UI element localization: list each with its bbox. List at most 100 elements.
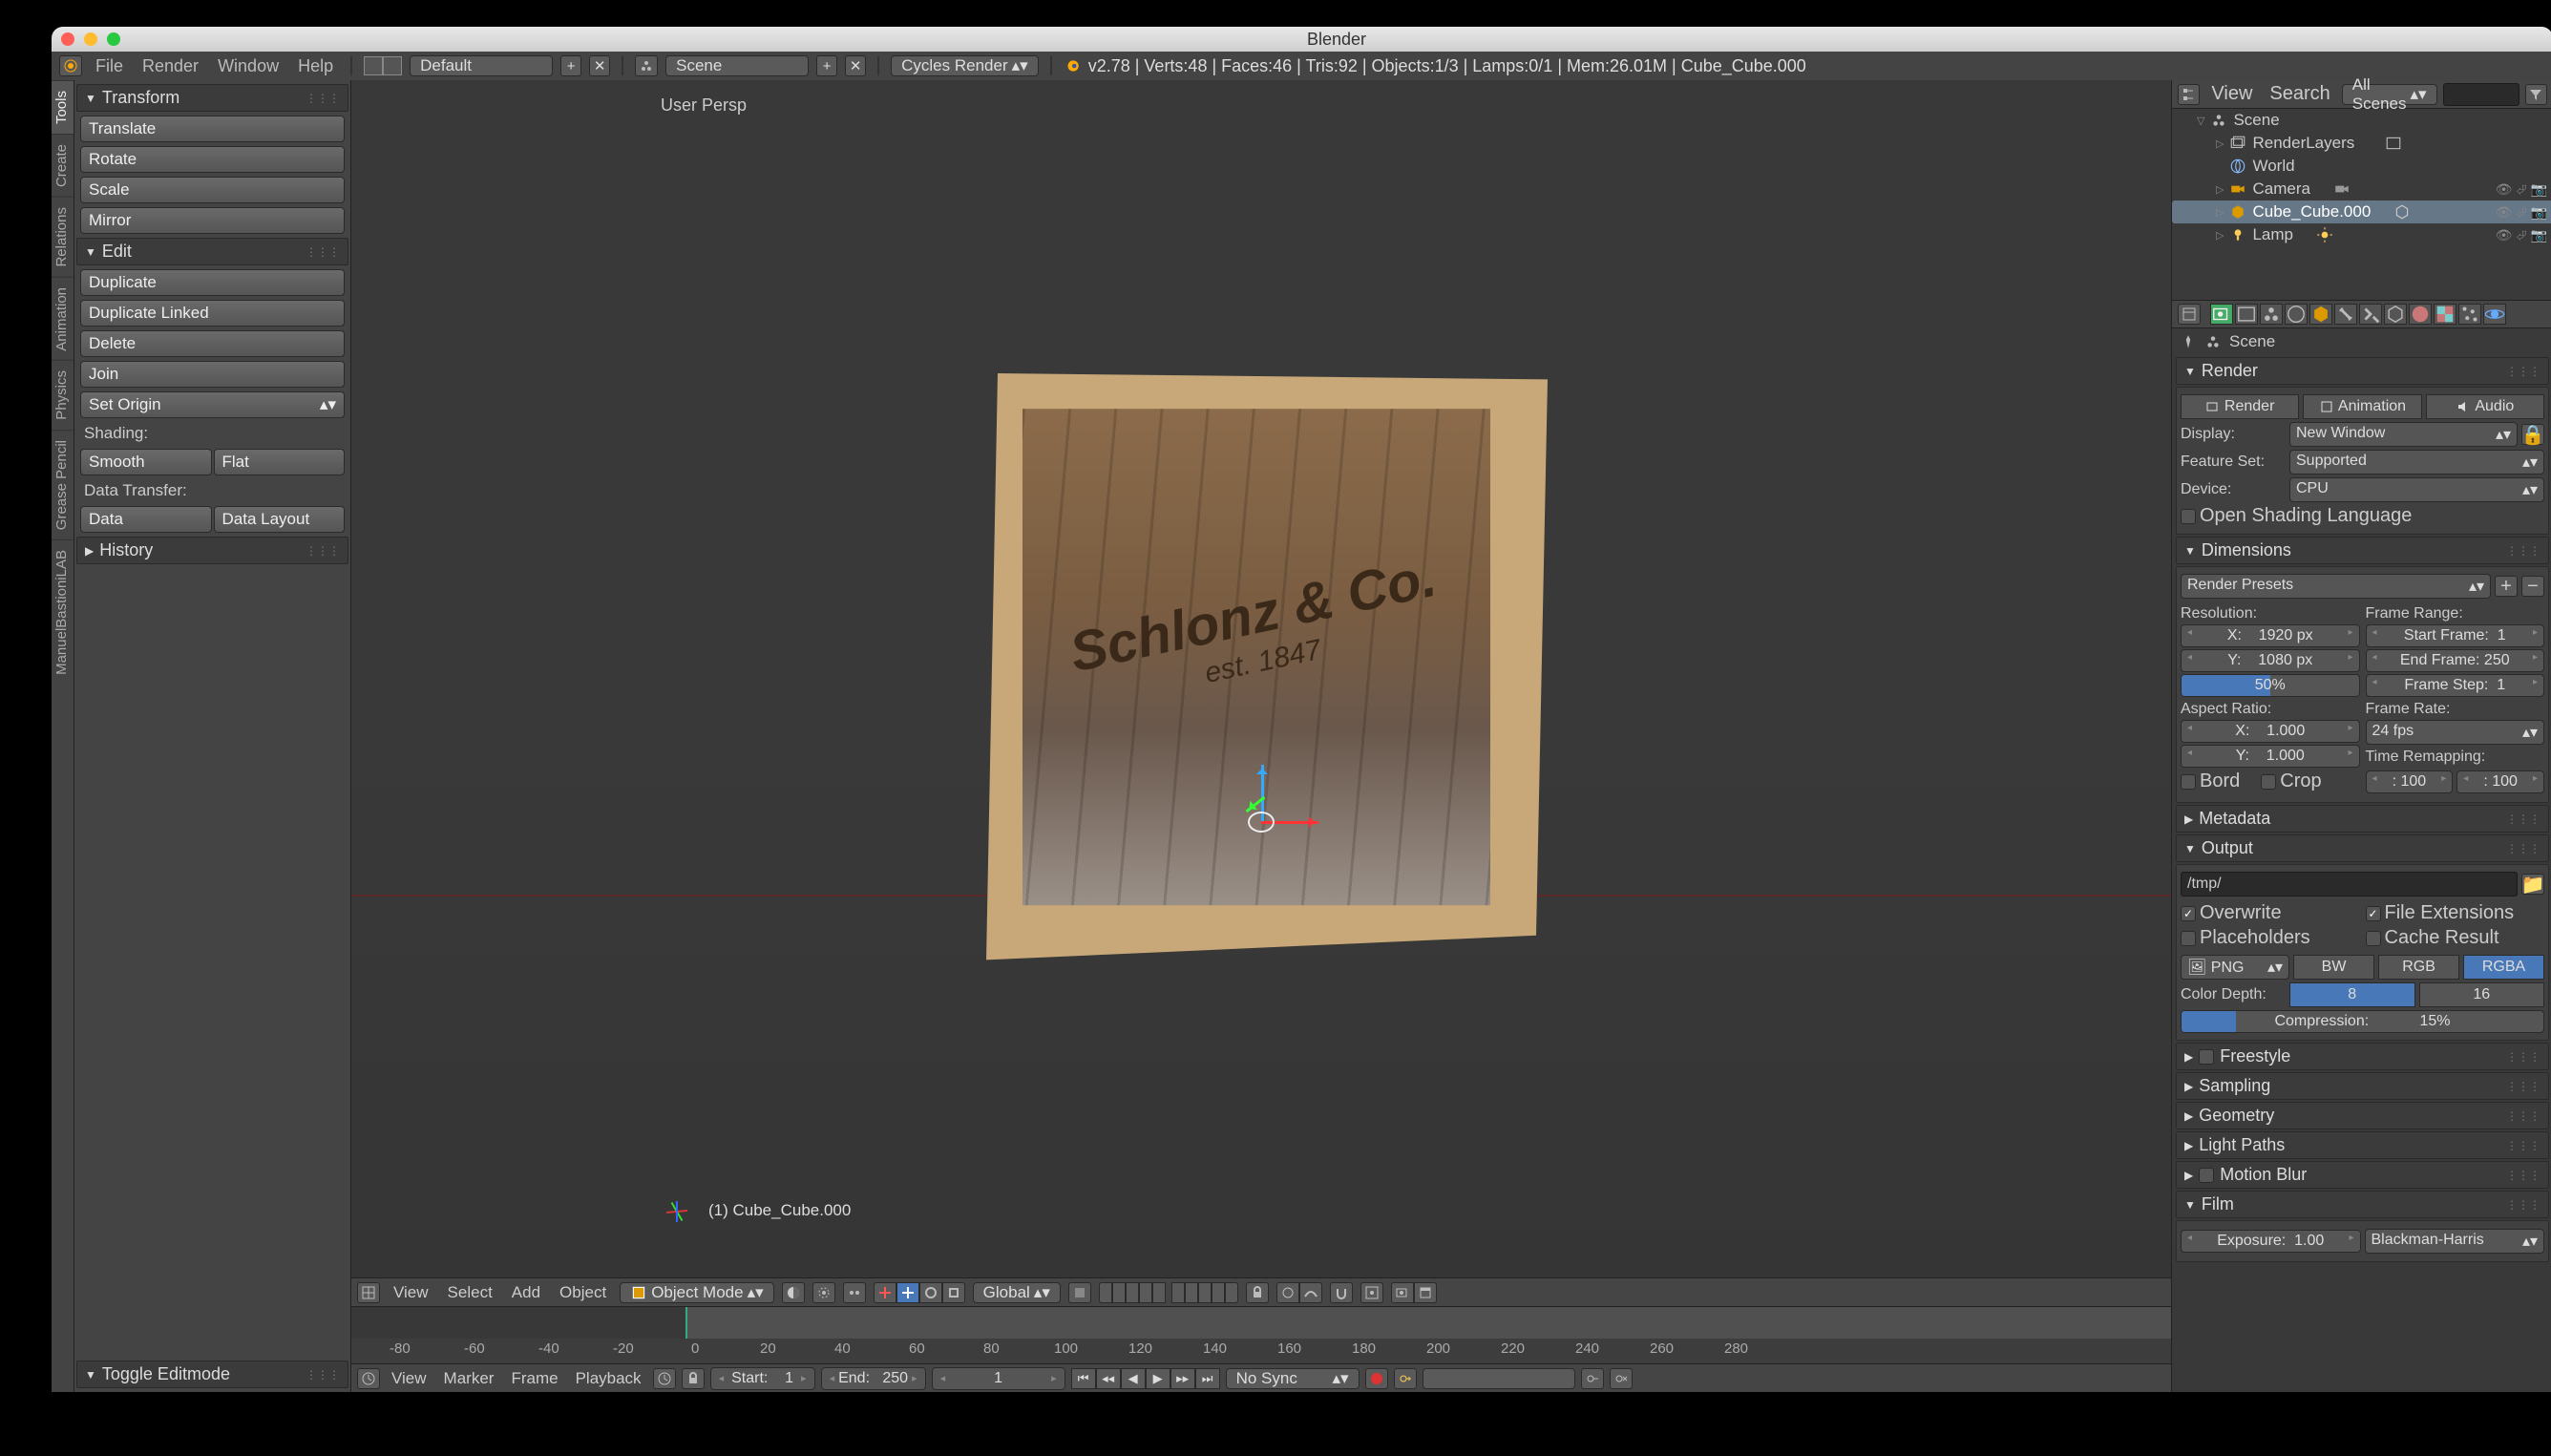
operator-panel-header[interactable]: ▼Toggle Editmode⋮⋮⋮ (76, 1361, 348, 1388)
3d-viewport[interactable]: User Persp Schlonz & Co. est. 1847 (351, 80, 2171, 1277)
motionblur-section-header[interactable]: ▶Motion Blur⋮⋮⋮ (2176, 1161, 2549, 1189)
end-frame-prop-field[interactable]: ◂End Frame: 250▸ (2366, 649, 2545, 672)
render-section-header[interactable]: ▼Render⋮⋮⋮ (2176, 357, 2549, 385)
proptab-particles-icon[interactable] (2458, 304, 2481, 325)
depth-8-button[interactable]: 8 (2289, 982, 2415, 1007)
render-opengl-anim-icon[interactable] (1414, 1282, 1437, 1303)
snap-element-icon[interactable] (1360, 1282, 1383, 1303)
featureset-select[interactable]: Supported▴▾ (2289, 450, 2544, 475)
depth-16-button[interactable]: 16 (2419, 982, 2545, 1007)
outliner-menu-view[interactable]: View (2205, 83, 2258, 105)
eye-icon[interactable]: 👁 (2496, 204, 2513, 221)
outliner-item-lamp[interactable]: ▷Lamp👁⮰📷 (2172, 223, 2551, 246)
outliner-item-world[interactable]: ▷World (2172, 155, 2551, 178)
film-section-header[interactable]: ▼Film⋮⋮⋮ (2176, 1191, 2549, 1218)
freestyle-checkbox[interactable] (2199, 1049, 2214, 1065)
scene-object-crate[interactable]: Schlonz & Co. est. 1847 (975, 361, 1548, 972)
rgb-button[interactable]: RGB (2378, 955, 2459, 980)
3dview-menu-view[interactable]: View (388, 1283, 434, 1302)
manipulator-rotate-icon[interactable] (919, 1282, 942, 1303)
properties-body[interactable]: ▼Render⋮⋮⋮ Render Animation Audio Displa… (2172, 355, 2551, 1392)
render-button[interactable]: Render (2181, 394, 2299, 419)
outliner-menu-search[interactable]: Search (2264, 83, 2335, 105)
start-frame-field[interactable]: ◂Start: 1▸ (710, 1367, 815, 1390)
3dview-menu-object[interactable]: Object (554, 1283, 612, 1302)
preset-add-button[interactable]: + (2495, 576, 2518, 597)
display-lock-icon[interactable]: 🔒 (2521, 424, 2544, 445)
range-toggle-icon[interactable] (653, 1368, 676, 1389)
compression-slider[interactable]: Compression: 15% (2181, 1010, 2544, 1033)
animation-render-button[interactable]: Animation (2303, 394, 2421, 419)
range-lock-icon[interactable] (682, 1368, 705, 1389)
duplicate-linked-button[interactable]: Duplicate Linked (80, 300, 345, 327)
close-window-button[interactable] (61, 32, 74, 46)
output-section-header[interactable]: ▼Output⋮⋮⋮ (2176, 834, 2549, 862)
fps-select[interactable]: 24 fps▴▾ (2366, 720, 2545, 745)
layout-switcher-icon[interactable] (364, 56, 402, 75)
3dview-menu-select[interactable]: Select (442, 1283, 498, 1302)
output-path-field[interactable]: /tmp/ (2181, 872, 2518, 897)
transform-panel-header[interactable]: ▼Transform⋮⋮⋮ (76, 84, 348, 112)
aspect-y-field[interactable]: ◂Y: 1.000▸ (2181, 745, 2360, 768)
render-icon[interactable]: 📷 (2531, 227, 2547, 243)
remove-scene-button[interactable]: ✕ (845, 55, 866, 76)
menu-help[interactable]: Help (292, 56, 339, 76)
res-y-field[interactable]: ◂Y: 1080 px▸ (2181, 649, 2360, 672)
pivot-align-icon[interactable] (843, 1282, 866, 1303)
sampling-section-header[interactable]: ▶Sampling⋮⋮⋮ (2176, 1072, 2549, 1100)
delete-button[interactable]: Delete (80, 330, 345, 357)
exposure-field[interactable]: ◂Exposure: 1.00▸ (2181, 1230, 2361, 1253)
crumb-scene[interactable]: Scene (2229, 332, 2275, 351)
render-presets-select[interactable]: Render Presets▴▾ (2181, 574, 2491, 599)
3dview-menu-add[interactable]: Add (506, 1283, 546, 1302)
minimize-window-button[interactable] (84, 32, 97, 46)
proptab-texture-icon[interactable] (2434, 304, 2456, 325)
dimensions-section-header[interactable]: ▼Dimensions⋮⋮⋮ (2176, 537, 2549, 564)
outliner-display-mode[interactable]: All Scenes▴▾ (2342, 84, 2437, 105)
file-format-select[interactable]: 🖼 PNG▴▾ (2181, 955, 2289, 980)
proptab-object-icon[interactable] (2309, 304, 2332, 325)
mirror-button[interactable]: Mirror (80, 207, 345, 234)
layers-first-icon[interactable] (1068, 1282, 1091, 1303)
editor-type-outliner-icon[interactable] (2178, 84, 2200, 105)
outliner-tree[interactable]: ▽Scene ▷RenderLayers ▷World ▷Camera👁⮰📷 ▷… (2172, 109, 2551, 300)
device-select[interactable]: CPU▴▾ (2289, 477, 2544, 502)
current-frame-field[interactable]: ◂1▸ (932, 1367, 1065, 1390)
vtab-animation[interactable]: Animation (52, 277, 74, 361)
aspect-x-field[interactable]: ◂X: 1.000▸ (2181, 720, 2360, 743)
menu-render[interactable]: Render (137, 56, 204, 76)
lightpaths-section-header[interactable]: ▶Light Paths⋮⋮⋮ (2176, 1131, 2549, 1159)
proportional-edit-icon[interactable] (1276, 1282, 1299, 1303)
vtab-physics[interactable]: Physics (52, 360, 74, 430)
cursor-icon[interactable]: ⮰ (2516, 181, 2526, 198)
editor-type-properties-icon[interactable] (2178, 304, 2201, 325)
frame-step-field[interactable]: ◂Frame Step: 1▸ (2366, 674, 2545, 697)
editor-type-3dview-icon[interactable] (357, 1282, 380, 1303)
overwrite-checkbox[interactable]: ✓ (2181, 906, 2196, 921)
screen-layout-select[interactable]: Default (410, 55, 553, 76)
remap-old-field[interactable]: ◂: 100▸ (2366, 770, 2454, 793)
display-select[interactable]: New Window▴▾ (2289, 422, 2518, 447)
eye-icon[interactable]: 👁 (2496, 227, 2513, 243)
play-reverse-button[interactable]: ◀ (1121, 1368, 1146, 1389)
snap-toggle-icon[interactable] (1330, 1282, 1353, 1303)
res-x-field[interactable]: ◂X: 1920 px▸ (2181, 624, 2360, 647)
osl-checkbox[interactable] (2181, 509, 2196, 524)
remove-layout-button[interactable]: ✕ (589, 55, 610, 76)
data-layout-button[interactable]: Data Layout (214, 506, 346, 533)
geometry-section-header[interactable]: ▶Geometry⋮⋮⋮ (2176, 1102, 2549, 1129)
duplicate-button[interactable]: Duplicate (80, 269, 345, 296)
zoom-window-button[interactable] (107, 32, 120, 46)
edit-panel-header[interactable]: ▼Edit⋮⋮⋮ (76, 238, 348, 265)
audio-render-button[interactable]: Audio (2426, 394, 2544, 419)
history-panel-header[interactable]: ▶History⋮⋮⋮ (76, 537, 348, 564)
transform-orientation-select[interactable]: Global▴▾ (973, 1282, 1061, 1303)
outliner-item-camera[interactable]: ▷Camera👁⮰📷 (2172, 178, 2551, 200)
vtab-create[interactable]: Create (52, 134, 74, 197)
editor-type-timeline-icon[interactable] (357, 1368, 380, 1389)
end-frame-field[interactable]: ◂End: 250▸ (821, 1367, 926, 1390)
manipulator-toggle-icon[interactable] (874, 1282, 896, 1303)
vtab-manuelbastioni[interactable]: ManuelBastioniLAB (52, 539, 74, 685)
play-button[interactable]: ▶ (1146, 1368, 1170, 1389)
browse-folder-icon[interactable]: 📁 (2521, 874, 2544, 895)
